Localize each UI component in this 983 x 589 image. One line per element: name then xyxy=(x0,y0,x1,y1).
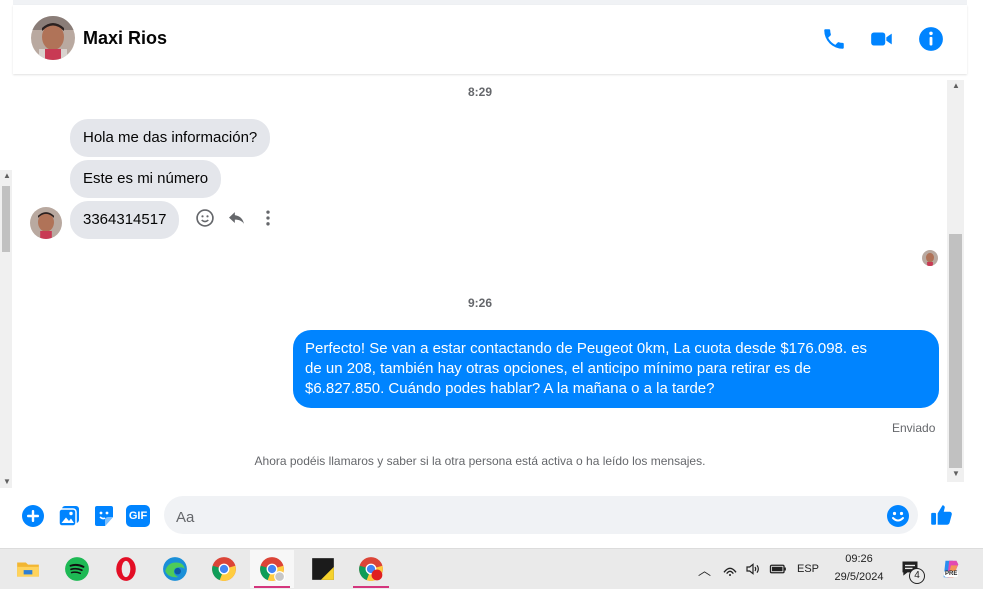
timestamp: 9:26 xyxy=(467,296,493,310)
chat-scrollbar-thumb[interactable] xyxy=(949,234,962,468)
seen-avatar xyxy=(922,250,938,266)
incoming-message[interactable]: Este es mi número xyxy=(70,160,222,198)
incoming-message[interactable]: 3364314517 xyxy=(70,201,180,239)
chrome-icon[interactable] xyxy=(211,556,237,582)
info-icon[interactable] xyxy=(918,26,944,52)
clock-time[interactable]: 09:26 xyxy=(842,553,876,565)
scroll-down-arrow[interactable]: ▼ xyxy=(3,478,11,486)
conversation-header: Maxi Rios xyxy=(13,5,967,74)
scroll-up-arrow[interactable]: ▲ xyxy=(3,172,11,180)
clock-date[interactable]: 29/5/2024 xyxy=(830,571,888,583)
wifi-icon[interactable] xyxy=(722,561,738,577)
sticker-icon[interactable] xyxy=(92,504,116,528)
show-hidden-icons-chevron[interactable]: ︿ xyxy=(698,560,711,579)
copilot-badge: PRE xyxy=(944,571,959,577)
sender-avatar[interactable] xyxy=(30,207,62,239)
like-icon[interactable] xyxy=(929,502,955,528)
emoji-icon[interactable] xyxy=(886,504,910,528)
contact-name[interactable]: Maxi Rios xyxy=(83,28,167,49)
phone-icon[interactable] xyxy=(821,26,847,52)
sticky-notes-icon[interactable] xyxy=(310,556,336,582)
chat-scroll-down-arrow[interactable]: ▼ xyxy=(952,470,960,478)
volume-icon[interactable] xyxy=(745,561,761,577)
video-camera-icon[interactable] xyxy=(869,26,895,52)
delivery-status: Enviado xyxy=(892,421,936,435)
image-icon[interactable] xyxy=(57,504,81,528)
add-icon[interactable] xyxy=(21,504,45,528)
running-app-indicator xyxy=(353,586,389,588)
chrome-alt-icon[interactable] xyxy=(358,556,384,582)
edge-icon[interactable] xyxy=(162,556,188,582)
reply-icon[interactable] xyxy=(226,208,248,230)
battery-icon[interactable] xyxy=(769,561,787,577)
language-indicator[interactable]: ESP xyxy=(797,563,819,575)
message-input-placeholder: Aa xyxy=(176,509,195,526)
page-scrollbar-thumb[interactable] xyxy=(2,186,10,252)
timestamp: 8:29 xyxy=(467,85,493,99)
system-note: Ahora podéis llamaros y saber si la otra… xyxy=(254,454,706,468)
chrome-profile-icon[interactable] xyxy=(259,556,285,582)
message-input[interactable] xyxy=(164,496,918,534)
outgoing-message[interactable]: Perfecto! Se van a estar contactando de … xyxy=(293,330,939,408)
chat-scroll-up-arrow[interactable]: ▲ xyxy=(952,82,960,90)
outgoing-message-line: Perfecto! Se van a estar contactando de … xyxy=(305,340,868,357)
file-explorer-icon[interactable] xyxy=(15,556,41,582)
right-page-strip xyxy=(967,0,983,548)
incoming-message[interactable]: Hola me das información? xyxy=(70,119,271,157)
message-list: 8:29 Hola me das información? Este es mi… xyxy=(13,74,947,484)
outgoing-message-line: $6.827.850. Cuándo podes hablar? A la ma… xyxy=(305,380,715,397)
gif-label: GIF xyxy=(126,505,150,527)
spotify-icon[interactable] xyxy=(64,556,90,582)
opera-icon[interactable] xyxy=(113,556,139,582)
react-emoji-icon[interactable] xyxy=(195,208,217,230)
active-app-indicator xyxy=(254,586,290,588)
gif-icon[interactable]: GIF xyxy=(126,504,150,528)
notification-count: 4 xyxy=(909,568,925,584)
more-options-icon[interactable] xyxy=(258,208,278,230)
contact-avatar[interactable] xyxy=(31,16,75,60)
outgoing-message-line: de un 208, también hay otras opciones, e… xyxy=(305,360,812,377)
